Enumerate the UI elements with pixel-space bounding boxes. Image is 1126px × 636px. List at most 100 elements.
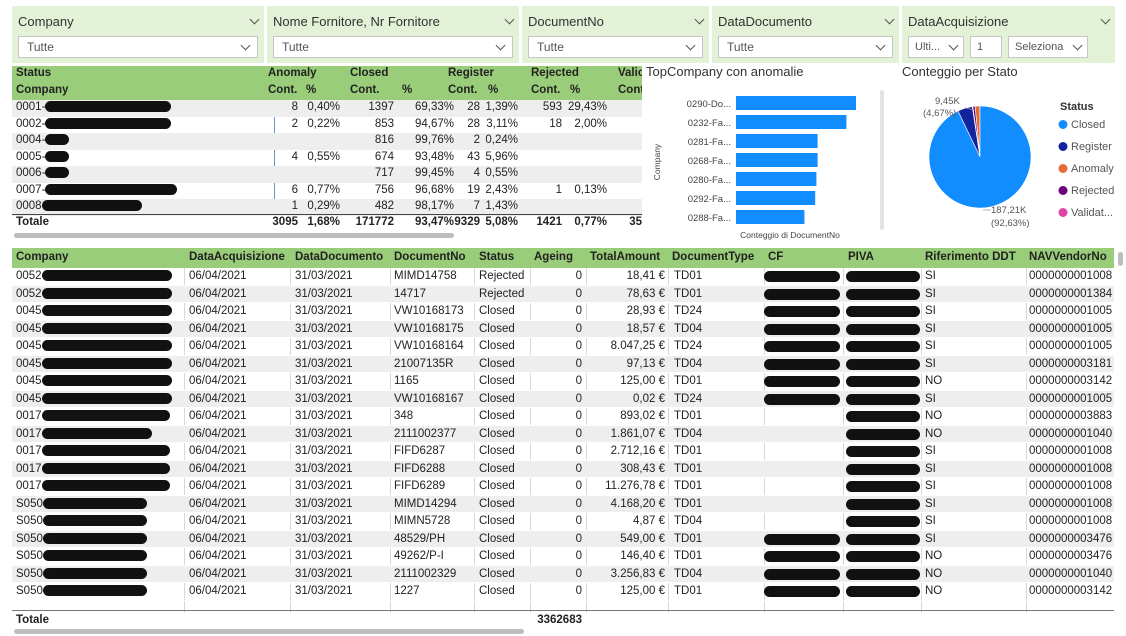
column-header[interactable]: PIVA: [848, 251, 874, 263]
bar[interactable]: [736, 115, 847, 129]
redacted-name: [45, 150, 70, 162]
company-cell: S050: [16, 550, 147, 562]
matrix-row[interactable]: 0001- 8 0,40% 1397 69,33% 28 1,39% 593 29,43%: [12, 100, 642, 117]
riferimento-ddt-cell: NO: [925, 567, 943, 580]
table-row[interactable]: 0045 06/04/2021 31/03/2021 VW10168164 Closed…: [12, 338, 1114, 356]
slicer-title[interactable]: DataDocumento: [718, 10, 895, 32]
document-no-cell: MIMN5728: [394, 515, 451, 527]
matrix-row[interactable]: 0005- 4 0,55% 674 93,48% 43 5,96%: [12, 150, 642, 167]
column-header[interactable]: NAVVendorNo: [1029, 251, 1107, 263]
matrix-row[interactable]: 0006- 717 99,45% 4 0,55%: [12, 166, 642, 183]
bar[interactable]: [736, 191, 816, 205]
legend-marker[interactable]: [1058, 142, 1068, 151]
table-row[interactable]: 0017 06/04/2021 31/03/2021 FIFD6289 Closed 0 1…: [12, 478, 1114, 496]
table-row[interactable]: 0045 06/04/2021 31/03/2021 VW10168167 Closed…: [12, 390, 1114, 408]
legend-entry[interactable]: Rejected: [1071, 185, 1114, 197]
chevron-down-icon[interactable]: [1100, 14, 1111, 24]
column-header[interactable]: Riferimento DDT: [925, 251, 1016, 263]
table-row[interactable]: S050 06/04/2021 31/03/2021 MIMD14294 Closed 0…: [12, 495, 1114, 513]
table-row[interactable]: 0045 06/04/2021 31/03/2021 VW10168173 Closed…: [12, 303, 1114, 321]
status-cell: Closed: [479, 462, 515, 475]
slicer-dropdown[interactable]: Tutte: [528, 36, 703, 58]
legend-entry[interactable]: Anomaly: [1071, 163, 1114, 175]
period-count-input[interactable]: 1: [970, 36, 1002, 58]
table-row[interactable]: 0017 06/04/2021 31/03/2021 FIFD6287 Closed 0 2…: [12, 443, 1114, 461]
table-row[interactable]: S050 06/04/2021 31/03/2021 49262/P-I Closed 0…: [12, 548, 1114, 566]
bar[interactable]: [736, 210, 805, 224]
bar[interactable]: [736, 134, 818, 148]
column-header[interactable]: DataDocumento: [295, 251, 383, 263]
chevron-down-icon[interactable]: [694, 14, 705, 24]
table-row[interactable]: 0045 06/04/2021 31/03/2021 21007135R Closed 0…: [12, 355, 1114, 373]
legend-marker[interactable]: [1058, 186, 1068, 195]
slicer-dropdown[interactable]: Tutte: [718, 36, 893, 58]
piva-cell: [846, 481, 920, 493]
cf-cell: [764, 358, 840, 371]
legend-entry[interactable]: Closed: [1071, 119, 1105, 131]
status-group-header[interactable]: Anomaly: [268, 67, 317, 79]
slicer-dropdown[interactable]: Tutte: [273, 36, 513, 58]
status-group-header[interactable]: Closed: [350, 67, 388, 79]
table-row[interactable]: 0045 06/04/2021 31/03/2021 VW10168175 Closed…: [12, 320, 1114, 338]
redacted-name: [41, 462, 170, 474]
status-group-header[interactable]: Register: [448, 67, 494, 79]
company-code: S050: [16, 550, 43, 562]
matrix-row[interactable]: 0007- 6 0,77% 756 96,68% 19 2,43% 1 0,13%: [12, 183, 642, 200]
matrix-cell: 99,76%: [414, 134, 454, 146]
document-type-cell: TD01: [674, 287, 703, 300]
table-row[interactable]: 0052 06/04/2021 31/03/2021 14717 Rejected 0 78…: [12, 285, 1114, 303]
table-row[interactable]: S050 06/04/2021 31/03/2021 48529/PH Closed 0 5…: [12, 530, 1114, 548]
bar[interactable]: [736, 172, 817, 186]
slicer-title[interactable]: DataAcquisizione: [908, 10, 1111, 32]
column-header[interactable]: Ageing: [534, 251, 573, 263]
period-dropdown[interactable]: Ulti...: [908, 36, 964, 58]
unit-dropdown[interactable]: Seleziona: [1008, 36, 1088, 58]
chevron-down-icon[interactable]: [884, 14, 895, 24]
legend-marker[interactable]: [1058, 208, 1068, 217]
column-header[interactable]: DocumentNo: [394, 251, 466, 263]
table-row[interactable]: S050 06/04/2021 31/03/2021 MIMN5728 Closed 0 4…: [12, 513, 1114, 531]
bar[interactable]: [736, 153, 818, 167]
matrix-row[interactable]: 0002- 2 0,22% 853 94,67% 28 3,11% 18 2,00%: [12, 117, 642, 134]
slicer-title[interactable]: Company: [18, 10, 260, 32]
slicer-title[interactable]: Nome Fornitore, Nr Fornitore: [273, 10, 515, 32]
table-row[interactable]: 0045 06/04/2021 31/03/2021 1165 Closed 0 125,0…: [12, 373, 1114, 391]
table-row[interactable]: 0017 06/04/2021 31/03/2021 348 Closed 0 893,02…: [12, 408, 1114, 426]
status-group-header[interactable]: Valic: [618, 67, 642, 79]
legend-entry[interactable]: Register: [1071, 141, 1112, 153]
column-header[interactable]: TotalAmount: [590, 251, 660, 263]
table-horizontal-scrollbar[interactable]: [14, 629, 524, 634]
table-row[interactable]: 0017 06/04/2021 31/03/2021 2111002377 Closed…: [12, 425, 1114, 443]
slicer-title[interactable]: DocumentNo: [528, 10, 705, 32]
table-row[interactable]: 0017 06/04/2021 31/03/2021 FIFD6288 Closed 0 3…: [12, 460, 1114, 478]
legend-marker[interactable]: [1058, 164, 1068, 173]
riferimento-ddt-cell: SI: [925, 515, 936, 527]
column-header[interactable]: Company: [16, 251, 68, 263]
riferimento-ddt-cell: SI: [925, 357, 936, 370]
chevron-down-icon[interactable]: [504, 14, 515, 24]
chevron-down-icon[interactable]: [249, 14, 260, 24]
table-row[interactable]: S050 06/04/2021 31/03/2021 2111002329 Closed…: [12, 565, 1114, 583]
column-header[interactable]: CF: [768, 251, 783, 263]
legend-entry[interactable]: Validat...: [1071, 207, 1113, 219]
legend-marker[interactable]: [1058, 120, 1068, 129]
matrix-row[interactable]: 0004- 816 99,76% 2 0,24%: [12, 133, 642, 150]
status-group-header[interactable]: Rejected: [531, 67, 579, 79]
column-header[interactable]: Status: [479, 251, 514, 263]
bar[interactable]: [736, 96, 856, 110]
table-row[interactable]: S050 06/04/2021 31/03/2021 1227 Closed 0 125,0…: [12, 583, 1114, 601]
column-header[interactable]: DocumentType: [672, 251, 754, 263]
bar-category-label: 0281-Fa...: [688, 137, 731, 148]
column-header[interactable]: DataAcquisizione: [189, 251, 285, 263]
matrix-cell: 2,43%: [485, 183, 518, 196]
matrix-cell: 28: [467, 117, 480, 130]
company-code: S050: [16, 567, 43, 580]
chart-scrollbar[interactable]: [880, 90, 884, 230]
document-type-cell: TD04: [674, 322, 703, 335]
redacted-name: [41, 410, 170, 422]
slicer-dropdown[interactable]: Tutte: [18, 36, 258, 58]
table-vertical-scrollbar[interactable]: [1118, 252, 1123, 266]
matrix-horizontal-scrollbar[interactable]: [14, 233, 454, 238]
pie-slice[interactable]: [928, 105, 1032, 209]
table-row[interactable]: 0052 06/04/2021 31/03/2021 MIMD14758 Rejecte…: [12, 268, 1114, 286]
